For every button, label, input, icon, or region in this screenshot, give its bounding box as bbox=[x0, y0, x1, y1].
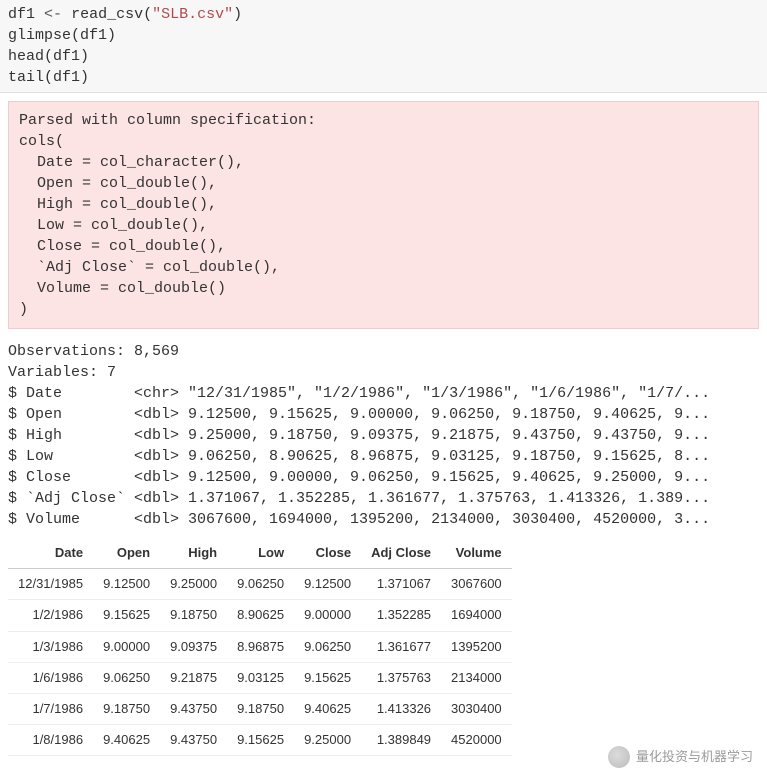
table-row: 12/31/19859.125009.250009.062509.125001.… bbox=[8, 569, 512, 600]
table-cell: 4520000 bbox=[441, 725, 512, 756]
table-cell: 9.09375 bbox=[160, 631, 227, 662]
table-cell: 9.12500 bbox=[294, 569, 361, 600]
table-cell: 1/7/1986 bbox=[8, 693, 93, 724]
code-var: df1 bbox=[8, 6, 35, 23]
watermark-text: 量化投资与机器学习 bbox=[636, 748, 753, 766]
table-cell: 1/6/1986 bbox=[8, 662, 93, 693]
head-table: Date Open High Low Close Adj Close Volum… bbox=[8, 538, 512, 756]
table-cell: 2134000 bbox=[441, 662, 512, 693]
table-cell: 1694000 bbox=[441, 600, 512, 631]
msg-line: Date = col_character(), bbox=[19, 154, 244, 171]
table-row: 1/2/19869.156259.187508.906259.000001.35… bbox=[8, 600, 512, 631]
table-cell: 1.413326 bbox=[361, 693, 441, 724]
code-line: glimpse(df1) bbox=[8, 27, 116, 44]
msg-line: High = col_double(), bbox=[19, 196, 217, 213]
col-volume: Volume bbox=[441, 538, 512, 569]
table-cell: 8.90625 bbox=[227, 600, 294, 631]
msg-line: cols( bbox=[19, 133, 64, 150]
table-cell: 9.18750 bbox=[227, 693, 294, 724]
table-cell: 1/8/1986 bbox=[8, 725, 93, 756]
col-close: Close bbox=[294, 538, 361, 569]
table-cell: 9.03125 bbox=[227, 662, 294, 693]
col-low: Low bbox=[227, 538, 294, 569]
head-table-wrap: Date Open High Low Close Adj Close Volum… bbox=[0, 538, 767, 776]
col-open: Open bbox=[93, 538, 160, 569]
table-cell: 9.25000 bbox=[160, 569, 227, 600]
out-line: $ Close <dbl> 9.12500, 9.00000, 9.06250,… bbox=[8, 469, 710, 486]
out-line: $ Open <dbl> 9.12500, 9.15625, 9.00000, … bbox=[8, 406, 710, 423]
out-line: $ Volume <dbl> 3067600, 1694000, 1395200… bbox=[8, 511, 710, 528]
msg-line: Open = col_double(), bbox=[19, 175, 217, 192]
col-date: Date bbox=[8, 538, 93, 569]
table-cell: 1.371067 bbox=[361, 569, 441, 600]
table-cell: 3030400 bbox=[441, 693, 512, 724]
out-line: $ High <dbl> 9.25000, 9.18750, 9.09375, … bbox=[8, 427, 710, 444]
table-cell: 9.43750 bbox=[160, 693, 227, 724]
msg-line: ) bbox=[19, 301, 28, 318]
msg-line: Volume = col_double() bbox=[19, 280, 226, 297]
watermark: 量化投资与机器学习 bbox=[608, 746, 753, 768]
table-cell: 8.96875 bbox=[227, 631, 294, 662]
parser-message: Parsed with column specification: cols( … bbox=[8, 101, 759, 329]
table-cell: 9.21875 bbox=[160, 662, 227, 693]
table-cell: 1.361677 bbox=[361, 631, 441, 662]
str-quote-close: " bbox=[224, 6, 233, 23]
table-cell: 9.18750 bbox=[93, 693, 160, 724]
str-quote-open: " bbox=[152, 6, 161, 23]
table-cell: 9.40625 bbox=[93, 725, 160, 756]
msg-line: `Adj Close` = col_double(), bbox=[19, 259, 280, 276]
table-cell: 9.18750 bbox=[160, 600, 227, 631]
table-cell: 9.25000 bbox=[294, 725, 361, 756]
table-cell: 9.06250 bbox=[227, 569, 294, 600]
table-cell: 9.43750 bbox=[160, 725, 227, 756]
table-cell: 3067600 bbox=[441, 569, 512, 600]
col-high: High bbox=[160, 538, 227, 569]
out-line: $ Low <dbl> 9.06250, 8.90625, 8.96875, 9… bbox=[8, 448, 710, 465]
msg-line: Low = col_double(), bbox=[19, 217, 208, 234]
code-line: head(df1) bbox=[8, 48, 89, 65]
code-fn: read_csv bbox=[71, 6, 143, 23]
table-cell: 9.40625 bbox=[294, 693, 361, 724]
msg-line: Parsed with column specification: bbox=[19, 112, 316, 129]
table-cell: 1.375763 bbox=[361, 662, 441, 693]
table-row: 1/8/19869.406259.437509.156259.250001.38… bbox=[8, 725, 512, 756]
table-cell: 1/3/1986 bbox=[8, 631, 93, 662]
msg-line: Close = col_double(), bbox=[19, 238, 226, 255]
col-adjclose: Adj Close bbox=[361, 538, 441, 569]
table-cell: 9.15625 bbox=[227, 725, 294, 756]
out-line: Variables: 7 bbox=[8, 364, 116, 381]
table-cell: 1.389849 bbox=[361, 725, 441, 756]
table-cell: 9.15625 bbox=[294, 662, 361, 693]
table-cell: 9.06250 bbox=[294, 631, 361, 662]
table-cell: 12/31/1985 bbox=[8, 569, 93, 600]
wechat-icon bbox=[608, 746, 630, 768]
out-line: $ `Adj Close` <dbl> 1.371067, 1.352285, … bbox=[8, 490, 710, 507]
table-cell: 9.00000 bbox=[294, 600, 361, 631]
table-header-row: Date Open High Low Close Adj Close Volum… bbox=[8, 538, 512, 569]
table-row: 1/3/19869.000009.093758.968759.062501.36… bbox=[8, 631, 512, 662]
table-cell: 9.06250 bbox=[93, 662, 160, 693]
code-arg: SLB.csv bbox=[161, 6, 224, 23]
table-cell: 9.00000 bbox=[93, 631, 160, 662]
assign-op: <- bbox=[44, 6, 62, 23]
table-row: 1/7/19869.187509.437509.187509.406251.41… bbox=[8, 693, 512, 724]
code-input: df1 <- read_csv("SLB.csv") glimpse(df1) … bbox=[0, 0, 767, 93]
out-line: $ Date <chr> "12/31/1985", "1/2/1986", "… bbox=[8, 385, 710, 402]
table-cell: 9.12500 bbox=[93, 569, 160, 600]
table-cell: 1.352285 bbox=[361, 600, 441, 631]
table-cell: 9.15625 bbox=[93, 600, 160, 631]
table-cell: 1/2/1986 bbox=[8, 600, 93, 631]
code-line: tail(df1) bbox=[8, 69, 89, 86]
table-cell: 1395200 bbox=[441, 631, 512, 662]
table-row: 1/6/19869.062509.218759.031259.156251.37… bbox=[8, 662, 512, 693]
out-line: Observations: 8,569 bbox=[8, 343, 179, 360]
glimpse-output: Observations: 8,569 Variables: 7 $ Date … bbox=[0, 337, 767, 538]
